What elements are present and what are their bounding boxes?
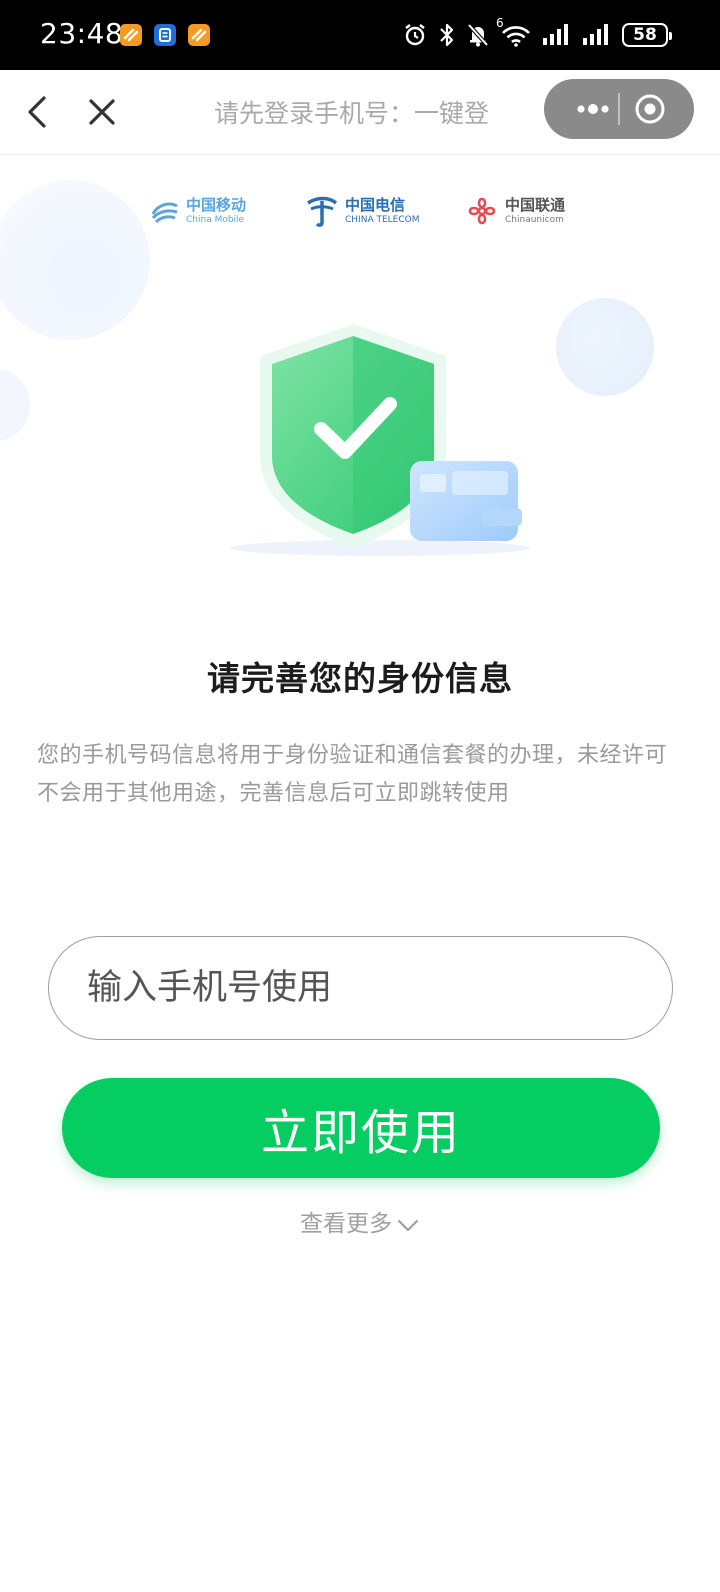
- battery-level: 58: [633, 25, 657, 45]
- bluetooth-icon: [440, 23, 454, 47]
- network-badge: 6: [496, 16, 504, 30]
- carrier-name: 中国移动: [186, 195, 247, 214]
- mini-program-capsule: [544, 79, 694, 139]
- target-icon[interactable]: [633, 92, 667, 126]
- capsule-divider: [618, 93, 620, 125]
- use-now-button[interactable]: 立即使用: [62, 1078, 660, 1178]
- chevron-down-icon: [397, 1219, 419, 1231]
- status-time: 23:48: [40, 17, 124, 50]
- close-icon[interactable]: [84, 94, 120, 130]
- alarm-icon: [405, 24, 425, 46]
- carrier-name: 中国电信: [345, 195, 406, 214]
- signal-icon: [543, 24, 568, 45]
- status-icons: 6 58: [402, 16, 672, 52]
- app-notification-icon: [120, 24, 142, 46]
- see-more-link[interactable]: 查看更多: [0, 1204, 720, 1238]
- decorative-circle: [0, 370, 30, 440]
- status-bar: 23:48 6 58: [0, 0, 720, 70]
- phone-number-input[interactable]: [48, 936, 673, 1040]
- nav-bar: 请先登录手机号：一键登 反馈: [0, 70, 720, 155]
- more-icon[interactable]: [564, 79, 622, 139]
- decorative-circle: [0, 180, 150, 340]
- carrier-china-unicom: 中国联通 Chinaunicom: [465, 188, 565, 234]
- carrier-china-telecom: 中国电信 CHINA TELECOM: [305, 188, 419, 234]
- back-icon[interactable]: [20, 92, 56, 132]
- app-notification-icon: [188, 24, 210, 46]
- wifi-icon: 6: [496, 16, 532, 48]
- signal-icon: [583, 24, 608, 45]
- carrier-name: 中国联通: [505, 195, 566, 214]
- decorative-circle: [556, 298, 654, 396]
- carrier-name-en: CHINA TELECOM: [345, 214, 420, 225]
- china-mobile-logo-icon: [151, 202, 178, 224]
- page-heading: 请完善您的身份信息: [207, 659, 513, 698]
- carrier-name-en: China Mobile: [186, 214, 245, 225]
- china-telecom-logo-icon: [307, 196, 338, 227]
- china-unicom-logo-icon: [468, 197, 496, 225]
- carrier-china-mobile: 中国移动 China Mobile: [150, 188, 246, 234]
- battery-icon: 58: [622, 23, 672, 47]
- app-notification-icon: [154, 24, 176, 46]
- description-text: 您的手机号码信息将用于身份验证和通信套餐的办理，未经许可不会用于其他用途，完善信…: [37, 743, 668, 806]
- security-shield-illustration: [230, 324, 530, 556]
- mute-icon: [467, 23, 489, 47]
- see-more-label: 查看更多: [300, 1211, 392, 1237]
- carrier-name-en: Chinaunicom: [505, 214, 564, 225]
- page-title: 请先登录手机号：一键登: [214, 99, 490, 128]
